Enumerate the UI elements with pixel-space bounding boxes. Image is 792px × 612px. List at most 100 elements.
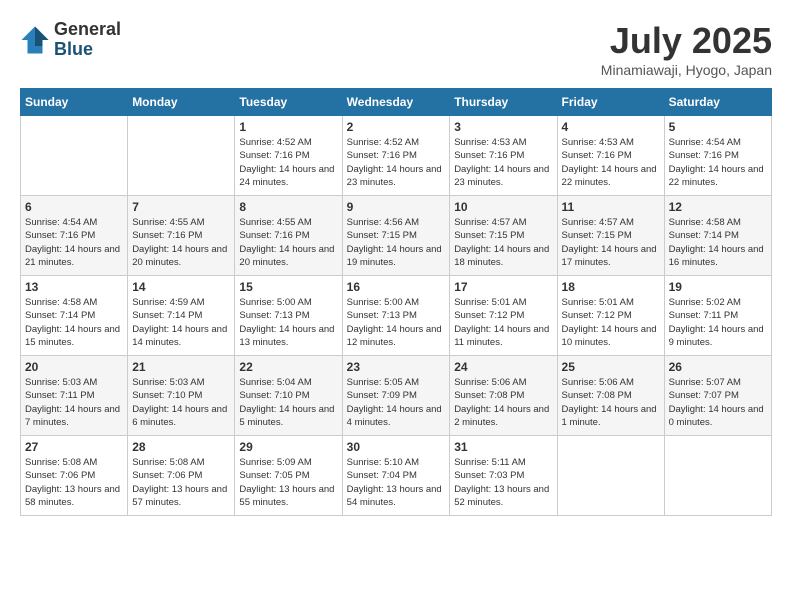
- day-info: Sunrise: 4:52 AM Sunset: 7:16 PM Dayligh…: [347, 136, 446, 189]
- logo-text: General Blue: [54, 20, 121, 60]
- day-info: Sunrise: 5:09 AM Sunset: 7:05 PM Dayligh…: [239, 456, 337, 509]
- logo: General Blue: [20, 20, 121, 60]
- day-number: 7: [132, 200, 230, 214]
- day-cell: 21Sunrise: 5:03 AM Sunset: 7:10 PM Dayli…: [128, 356, 235, 436]
- logo-icon: [20, 25, 50, 55]
- day-cell: [128, 116, 235, 196]
- header-cell-saturday: Saturday: [664, 89, 771, 116]
- day-cell: 6 Sunrise: 4:54 AM Sunset: 7:16 PM Daylig…: [21, 196, 128, 276]
- day-number: 15: [239, 280, 337, 294]
- header-cell-thursday: Thursday: [450, 89, 557, 116]
- day-info: Sunrise: 4:53 AM Sunset: 7:16 PM Dayligh…: [562, 136, 660, 189]
- day-info: Sunrise: 4:54 AM Sunset: 7:16 PM Dayligh…: [669, 136, 767, 189]
- calendar-body: 1 Sunrise: 4:52 AM Sunset: 7:16 PM Daylig…: [21, 116, 772, 516]
- day-cell: 17Sunrise: 5:01 AM Sunset: 7:12 PM Dayli…: [450, 276, 557, 356]
- day-number: 11: [562, 200, 660, 214]
- calendar-header: SundayMondayTuesdayWednesdayThursdayFrid…: [21, 89, 772, 116]
- day-number: 24: [454, 360, 552, 374]
- day-info: Sunrise: 4:58 AM Sunset: 7:14 PM Dayligh…: [669, 216, 767, 269]
- day-info: Sunrise: 5:02 AM Sunset: 7:11 PM Dayligh…: [669, 296, 767, 349]
- header-row: SundayMondayTuesdayWednesdayThursdayFrid…: [21, 89, 772, 116]
- day-info: Sunrise: 5:05 AM Sunset: 7:09 PM Dayligh…: [347, 376, 446, 429]
- day-cell: 31Sunrise: 5:11 AM Sunset: 7:03 PM Dayli…: [450, 436, 557, 516]
- day-cell: 18Sunrise: 5:01 AM Sunset: 7:12 PM Dayli…: [557, 276, 664, 356]
- day-number: 28: [132, 440, 230, 454]
- day-info: Sunrise: 5:07 AM Sunset: 7:07 PM Dayligh…: [669, 376, 767, 429]
- day-cell: [664, 436, 771, 516]
- day-info: Sunrise: 5:01 AM Sunset: 7:12 PM Dayligh…: [454, 296, 552, 349]
- day-cell: [21, 116, 128, 196]
- day-info: Sunrise: 4:54 AM Sunset: 7:16 PM Dayligh…: [25, 216, 123, 269]
- week-row-2: 13 Sunrise: 4:58 AM Sunset: 7:14 PM Dayli…: [21, 276, 772, 356]
- day-info: Sunrise: 4:58 AM Sunset: 7:14 PM Dayligh…: [25, 296, 123, 349]
- day-cell: 22 Sunrise: 5:04 AM Sunset: 7:10 PM Dayli…: [235, 356, 342, 436]
- day-cell: 8Sunrise: 4:55 AM Sunset: 7:16 PM Daylig…: [235, 196, 342, 276]
- day-cell: 9 Sunrise: 4:56 AM Sunset: 7:15 PM Daylig…: [342, 196, 450, 276]
- location: Minamiawaji, Hyogo, Japan: [601, 62, 772, 78]
- day-cell: 30Sunrise: 5:10 AM Sunset: 7:04 PM Dayli…: [342, 436, 450, 516]
- day-cell: 13 Sunrise: 4:58 AM Sunset: 7:14 PM Dayli…: [21, 276, 128, 356]
- day-cell: 10Sunrise: 4:57 AM Sunset: 7:15 PM Dayli…: [450, 196, 557, 276]
- day-info: Sunrise: 5:10 AM Sunset: 7:04 PM Dayligh…: [347, 456, 446, 509]
- day-number: 4: [562, 120, 660, 134]
- day-number: 21: [132, 360, 230, 374]
- calendar-table: SundayMondayTuesdayWednesdayThursdayFrid…: [20, 88, 772, 516]
- header-cell-wednesday: Wednesday: [342, 89, 450, 116]
- day-info: Sunrise: 5:06 AM Sunset: 7:08 PM Dayligh…: [454, 376, 552, 429]
- header-cell-sunday: Sunday: [21, 89, 128, 116]
- day-info: Sunrise: 5:08 AM Sunset: 7:06 PM Dayligh…: [25, 456, 123, 509]
- day-cell: 24 Sunrise: 5:06 AM Sunset: 7:08 PM Dayli…: [450, 356, 557, 436]
- day-cell: 11 Sunrise: 4:57 AM Sunset: 7:15 PM Dayli…: [557, 196, 664, 276]
- day-number: 8: [239, 200, 337, 214]
- day-cell: [557, 436, 664, 516]
- day-cell: 25Sunrise: 5:06 AM Sunset: 7:08 PM Dayli…: [557, 356, 664, 436]
- day-info: Sunrise: 4:57 AM Sunset: 7:15 PM Dayligh…: [562, 216, 660, 269]
- day-info: Sunrise: 5:00 AM Sunset: 7:13 PM Dayligh…: [347, 296, 446, 349]
- month-title: July 2025: [601, 20, 772, 62]
- week-row-3: 20Sunrise: 5:03 AM Sunset: 7:11 PM Dayli…: [21, 356, 772, 436]
- day-number: 6: [25, 200, 123, 214]
- day-number: 25: [562, 360, 660, 374]
- day-info: Sunrise: 4:56 AM Sunset: 7:15 PM Dayligh…: [347, 216, 446, 269]
- day-cell: 4 Sunrise: 4:53 AM Sunset: 7:16 PM Daylig…: [557, 116, 664, 196]
- day-info: Sunrise: 4:57 AM Sunset: 7:15 PM Dayligh…: [454, 216, 552, 269]
- day-number: 20: [25, 360, 123, 374]
- day-info: Sunrise: 4:52 AM Sunset: 7:16 PM Dayligh…: [239, 136, 337, 189]
- day-info: Sunrise: 4:55 AM Sunset: 7:16 PM Dayligh…: [132, 216, 230, 269]
- day-number: 9: [347, 200, 446, 214]
- day-number: 1: [239, 120, 337, 134]
- day-cell: 19 Sunrise: 5:02 AM Sunset: 7:11 PM Dayli…: [664, 276, 771, 356]
- day-number: 13: [25, 280, 123, 294]
- week-row-1: 6 Sunrise: 4:54 AM Sunset: 7:16 PM Daylig…: [21, 196, 772, 276]
- logo-general-text: General: [54, 20, 121, 40]
- day-cell: 2 Sunrise: 4:52 AM Sunset: 7:16 PM Daylig…: [342, 116, 450, 196]
- header-cell-monday: Monday: [128, 89, 235, 116]
- week-row-4: 27 Sunrise: 5:08 AM Sunset: 7:06 PM Dayli…: [21, 436, 772, 516]
- day-number: 26: [669, 360, 767, 374]
- day-cell: 27 Sunrise: 5:08 AM Sunset: 7:06 PM Dayli…: [21, 436, 128, 516]
- day-info: Sunrise: 5:04 AM Sunset: 7:10 PM Dayligh…: [239, 376, 337, 429]
- day-number: 14: [132, 280, 230, 294]
- day-cell: 29Sunrise: 5:09 AM Sunset: 7:05 PM Dayli…: [235, 436, 342, 516]
- day-cell: 5Sunrise: 4:54 AM Sunset: 7:16 PM Daylig…: [664, 116, 771, 196]
- day-info: Sunrise: 4:59 AM Sunset: 7:14 PM Dayligh…: [132, 296, 230, 349]
- day-cell: 23Sunrise: 5:05 AM Sunset: 7:09 PM Dayli…: [342, 356, 450, 436]
- day-number: 19: [669, 280, 767, 294]
- day-cell: 15Sunrise: 5:00 AM Sunset: 7:13 PM Dayli…: [235, 276, 342, 356]
- day-cell: 14 Sunrise: 4:59 AM Sunset: 7:14 PM Dayli…: [128, 276, 235, 356]
- day-number: 22: [239, 360, 337, 374]
- day-number: 12: [669, 200, 767, 214]
- day-info: Sunrise: 5:01 AM Sunset: 7:12 PM Dayligh…: [562, 296, 660, 349]
- page-header: General Blue July 2025 Minamiawaji, Hyog…: [20, 20, 772, 78]
- header-cell-friday: Friday: [557, 89, 664, 116]
- day-number: 27: [25, 440, 123, 454]
- day-info: Sunrise: 5:08 AM Sunset: 7:06 PM Dayligh…: [132, 456, 230, 509]
- week-row-0: 1 Sunrise: 4:52 AM Sunset: 7:16 PM Daylig…: [21, 116, 772, 196]
- day-cell: 16 Sunrise: 5:00 AM Sunset: 7:13 PM Dayli…: [342, 276, 450, 356]
- header-cell-tuesday: Tuesday: [235, 89, 342, 116]
- logo-blue-text: Blue: [54, 40, 121, 60]
- day-number: 16: [347, 280, 446, 294]
- day-number: 2: [347, 120, 446, 134]
- day-info: Sunrise: 5:11 AM Sunset: 7:03 PM Dayligh…: [454, 456, 552, 509]
- day-cell: 28 Sunrise: 5:08 AM Sunset: 7:06 PM Dayli…: [128, 436, 235, 516]
